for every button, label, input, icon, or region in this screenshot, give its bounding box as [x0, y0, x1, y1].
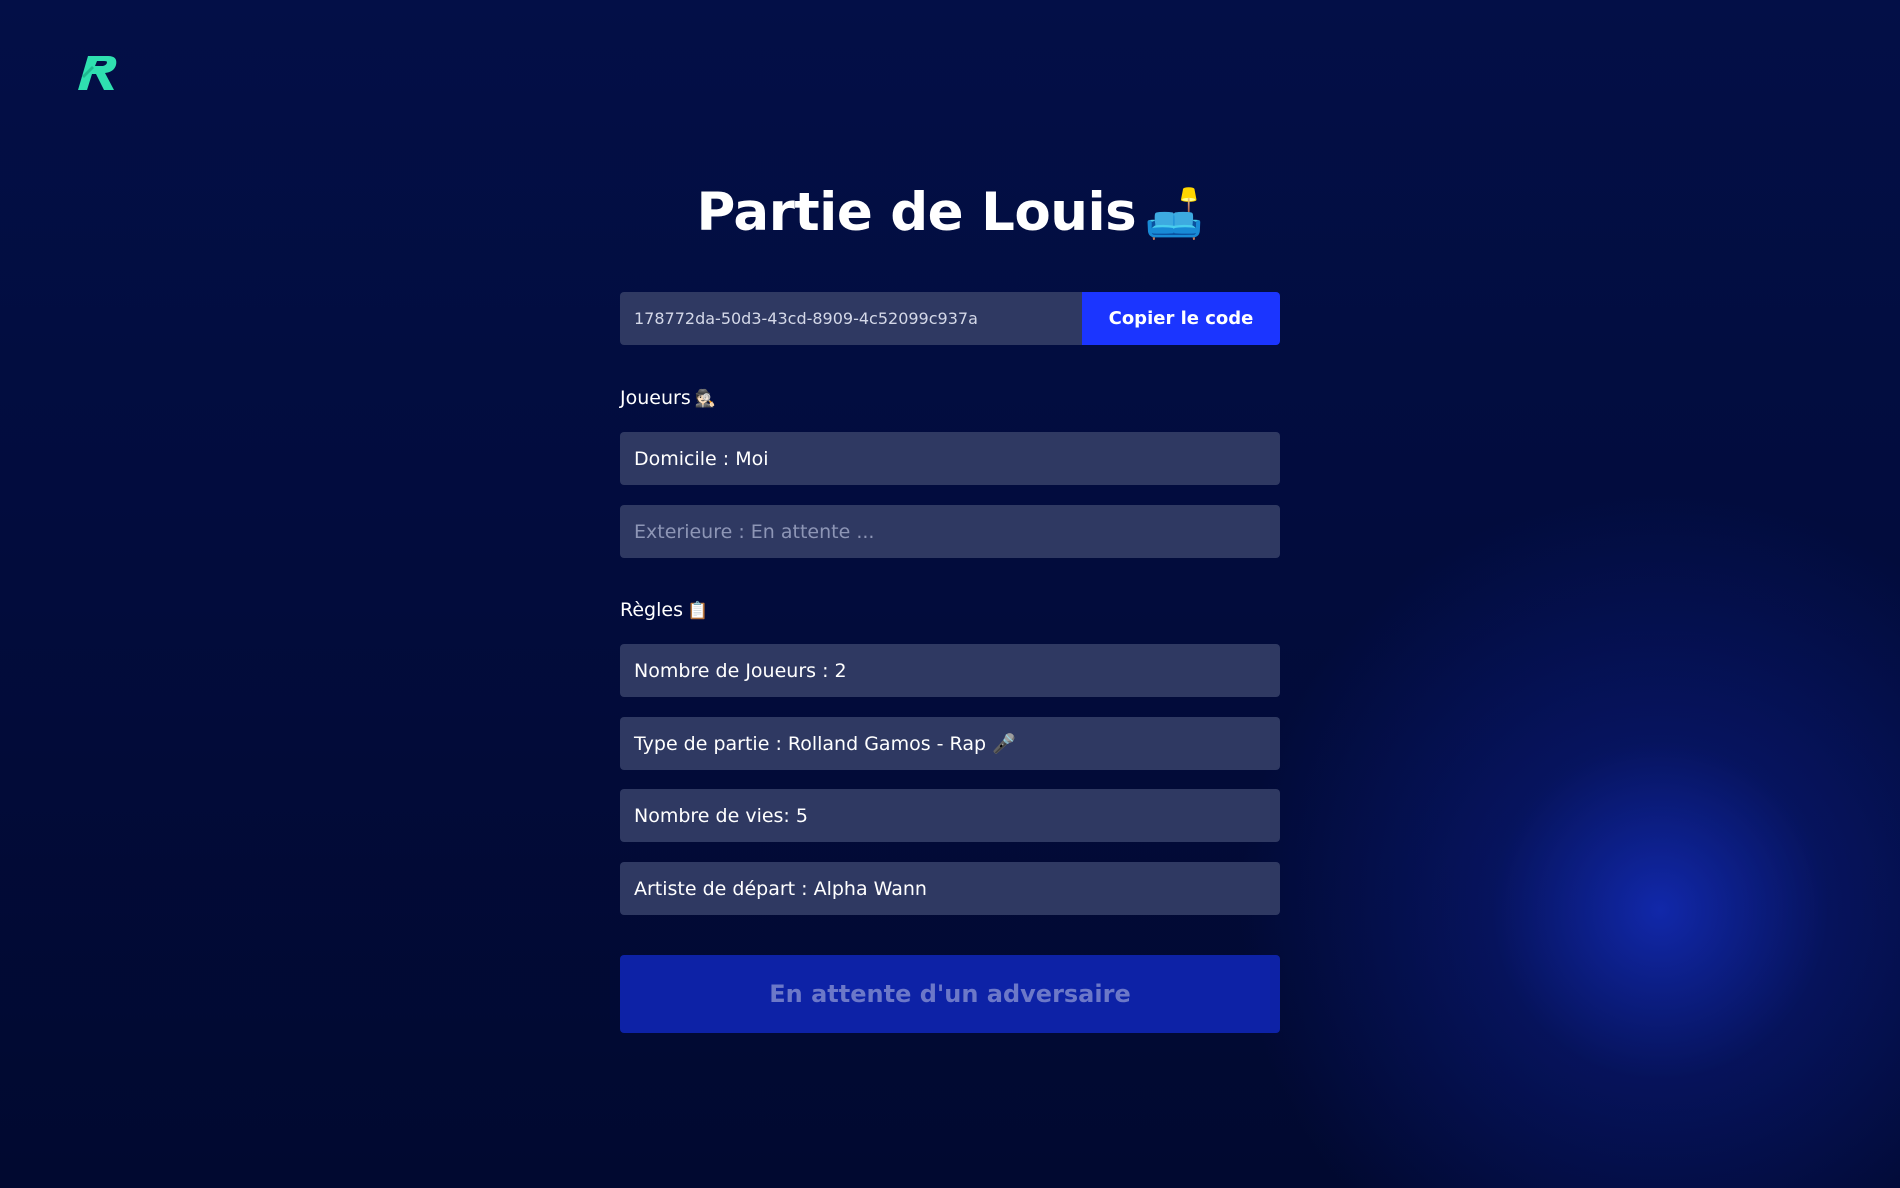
clipboard-icon: 📋	[686, 601, 709, 621]
rule-starting-artist: Artiste de départ : Alpha Wann	[620, 862, 1280, 915]
rule-player-count: Nombre de Joueurs : 2	[620, 644, 1280, 697]
app-logo-icon[interactable]	[78, 54, 120, 94]
couch-icon: 🛋️	[1144, 186, 1204, 242]
game-code-field[interactable]	[620, 292, 1082, 345]
rules-label-text: Règles	[620, 599, 683, 621]
players-label-text: Joueurs	[620, 387, 691, 409]
page-title-text: Partie de Louis	[696, 182, 1137, 243]
players-section-label: Joueurs 🕵🏻	[620, 385, 716, 412]
rules-section-label: Règles 📋	[620, 597, 708, 624]
rule-lives: Nombre de vies: 5	[620, 789, 1280, 842]
home-player-field[interactable]	[620, 432, 1280, 485]
page-title: Partie de Louis 🛋️	[560, 178, 1340, 249]
waiting-for-opponent-button[interactable]: En attente d'un adversaire	[620, 955, 1280, 1033]
rule-game-type: Type de partie : Rolland Gamos - Rap 🎤	[620, 717, 1280, 770]
detective-icon: 🕵🏻	[694, 389, 716, 409]
away-player-field[interactable]	[620, 505, 1280, 558]
game-code-row: Copier le code	[620, 292, 1280, 345]
copy-code-button[interactable]: Copier le code	[1082, 292, 1280, 345]
